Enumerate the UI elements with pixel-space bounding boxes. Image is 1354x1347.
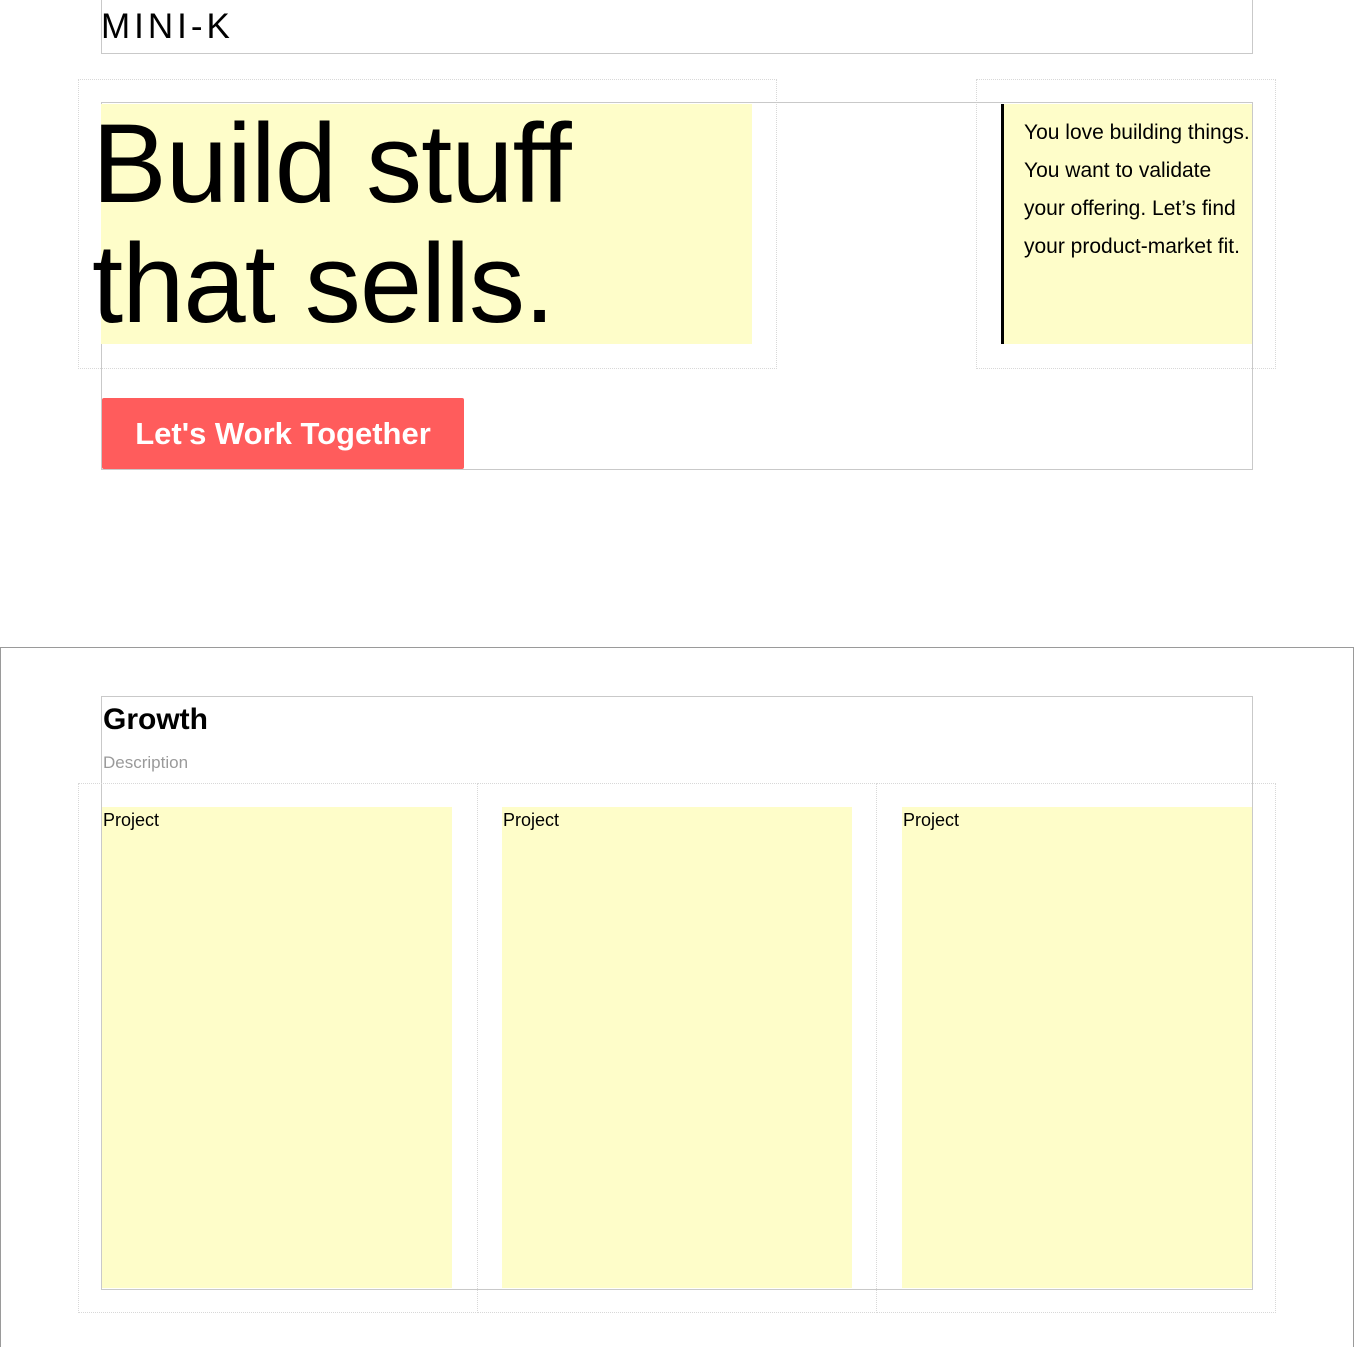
project-card-label: Project [903,810,960,830]
headline-line-2: that sells. [92,221,555,346]
section-description: Description [103,753,189,772]
project-card[interactable]: Project [102,807,452,1288]
hero-blurb: You love building things. You want to va… [1024,121,1250,258]
project-card[interactable]: Project [902,807,1252,1288]
project-card-label: Project [103,810,160,830]
logo[interactable]: MINI-K [101,6,234,48]
headline-line-1: Build stuff [92,101,572,226]
section-title: Growth [103,703,208,736]
work-together-button[interactable]: Let's Work Together [102,398,464,469]
site-header [101,0,1253,54]
project-card[interactable]: Project [502,807,852,1288]
project-card-label: Project [503,810,560,830]
hero-headline: Build stuff that sells. [92,104,792,344]
